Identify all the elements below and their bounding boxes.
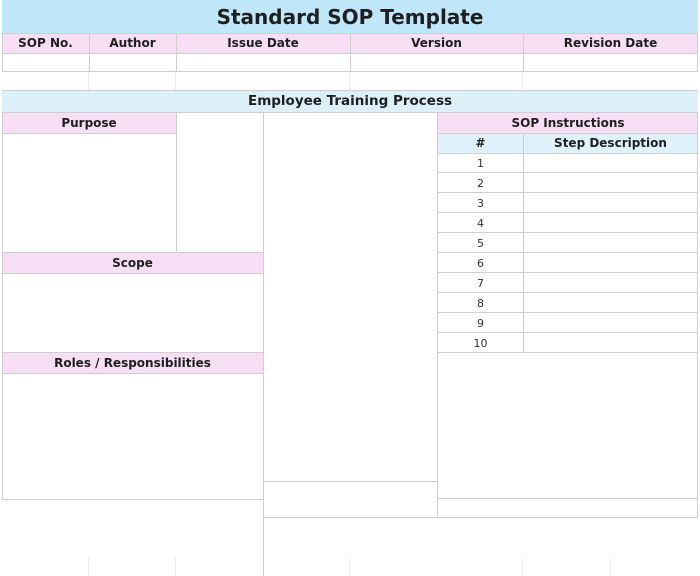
- border: [89, 33, 90, 71]
- step-number: 6: [477, 256, 484, 270]
- process-title: Employee Training Process: [2, 90, 698, 112]
- revision-date-field[interactable]: [523, 53, 698, 71]
- border: [2, 90, 698, 91]
- step-description-field[interactable]: [523, 193, 698, 213]
- scope-header: Scope: [2, 252, 263, 273]
- grid-line: [349, 556, 350, 576]
- author-header: Author: [89, 33, 176, 53]
- step-description-field[interactable]: [523, 153, 698, 173]
- step-description-field[interactable]: [523, 173, 698, 193]
- step-description-column-header: Step Description: [523, 133, 698, 153]
- version-header: Version: [350, 33, 523, 53]
- step-description-field[interactable]: [523, 233, 698, 253]
- grid-line: [175, 70, 176, 90]
- step-number: 3: [477, 196, 484, 210]
- grid-line: [522, 556, 523, 576]
- border: [437, 498, 698, 499]
- border: [2, 112, 3, 499]
- border: [2, 499, 263, 500]
- border: [523, 133, 524, 352]
- grid-line: [175, 556, 176, 576]
- step-description-field[interactable]: [523, 333, 698, 353]
- border: [697, 33, 698, 71]
- step-description-field[interactable]: [523, 313, 698, 333]
- step-number: 9: [477, 316, 484, 330]
- step-number: 5: [477, 236, 484, 250]
- grid-line: [522, 70, 523, 90]
- instructions-header: SOP Instructions: [438, 113, 698, 133]
- border: [2, 273, 263, 274]
- grid-line: [88, 556, 89, 576]
- issue-date-header: Issue Date: [176, 33, 350, 53]
- step-number: 1: [477, 156, 484, 170]
- border: [176, 112, 177, 252]
- step-number: 7: [477, 276, 484, 290]
- version-field[interactable]: [350, 53, 523, 71]
- border: [2, 71, 698, 72]
- border: [437, 133, 698, 134]
- grid-line: [88, 70, 89, 90]
- border: [2, 252, 263, 253]
- step-number-column-header: #: [438, 133, 523, 153]
- border: [2, 352, 263, 353]
- revision-date-header: Revision Date: [523, 33, 698, 53]
- purpose-field[interactable]: [2, 133, 176, 252]
- step-number: 8: [477, 296, 484, 310]
- step-description-field[interactable]: [523, 293, 698, 313]
- border: [350, 33, 351, 71]
- border: [176, 33, 177, 71]
- step-description-field[interactable]: [523, 213, 698, 233]
- roles-field[interactable]: [2, 373, 263, 499]
- border: [437, 153, 698, 154]
- step-description-field[interactable]: [523, 253, 698, 273]
- border: [2, 133, 176, 134]
- scope-field[interactable]: [2, 273, 263, 352]
- author-field[interactable]: [89, 53, 176, 71]
- sop-number-header: SOP No.: [2, 33, 89, 53]
- purpose-header: Purpose: [2, 113, 176, 133]
- step-description-field[interactable]: [523, 273, 698, 293]
- step-number: 4: [477, 216, 484, 230]
- border: [263, 112, 264, 576]
- step-number: 10: [473, 336, 488, 350]
- border: [2, 33, 3, 71]
- roles-header: Roles / Responsibilities: [2, 352, 263, 373]
- instructions-extra-area[interactable]: [438, 352, 698, 498]
- border: [263, 517, 698, 518]
- grid-line: [610, 556, 611, 576]
- document-title: Standard SOP Template: [2, 0, 698, 33]
- issue-date-field[interactable]: [176, 53, 350, 71]
- process-notes-area[interactable]: [263, 113, 437, 481]
- border: [263, 481, 437, 482]
- grid-line: [349, 70, 350, 90]
- sop-number-field[interactable]: [2, 53, 89, 71]
- border: [2, 373, 263, 374]
- border: [523, 33, 524, 71]
- step-number: 2: [477, 176, 484, 190]
